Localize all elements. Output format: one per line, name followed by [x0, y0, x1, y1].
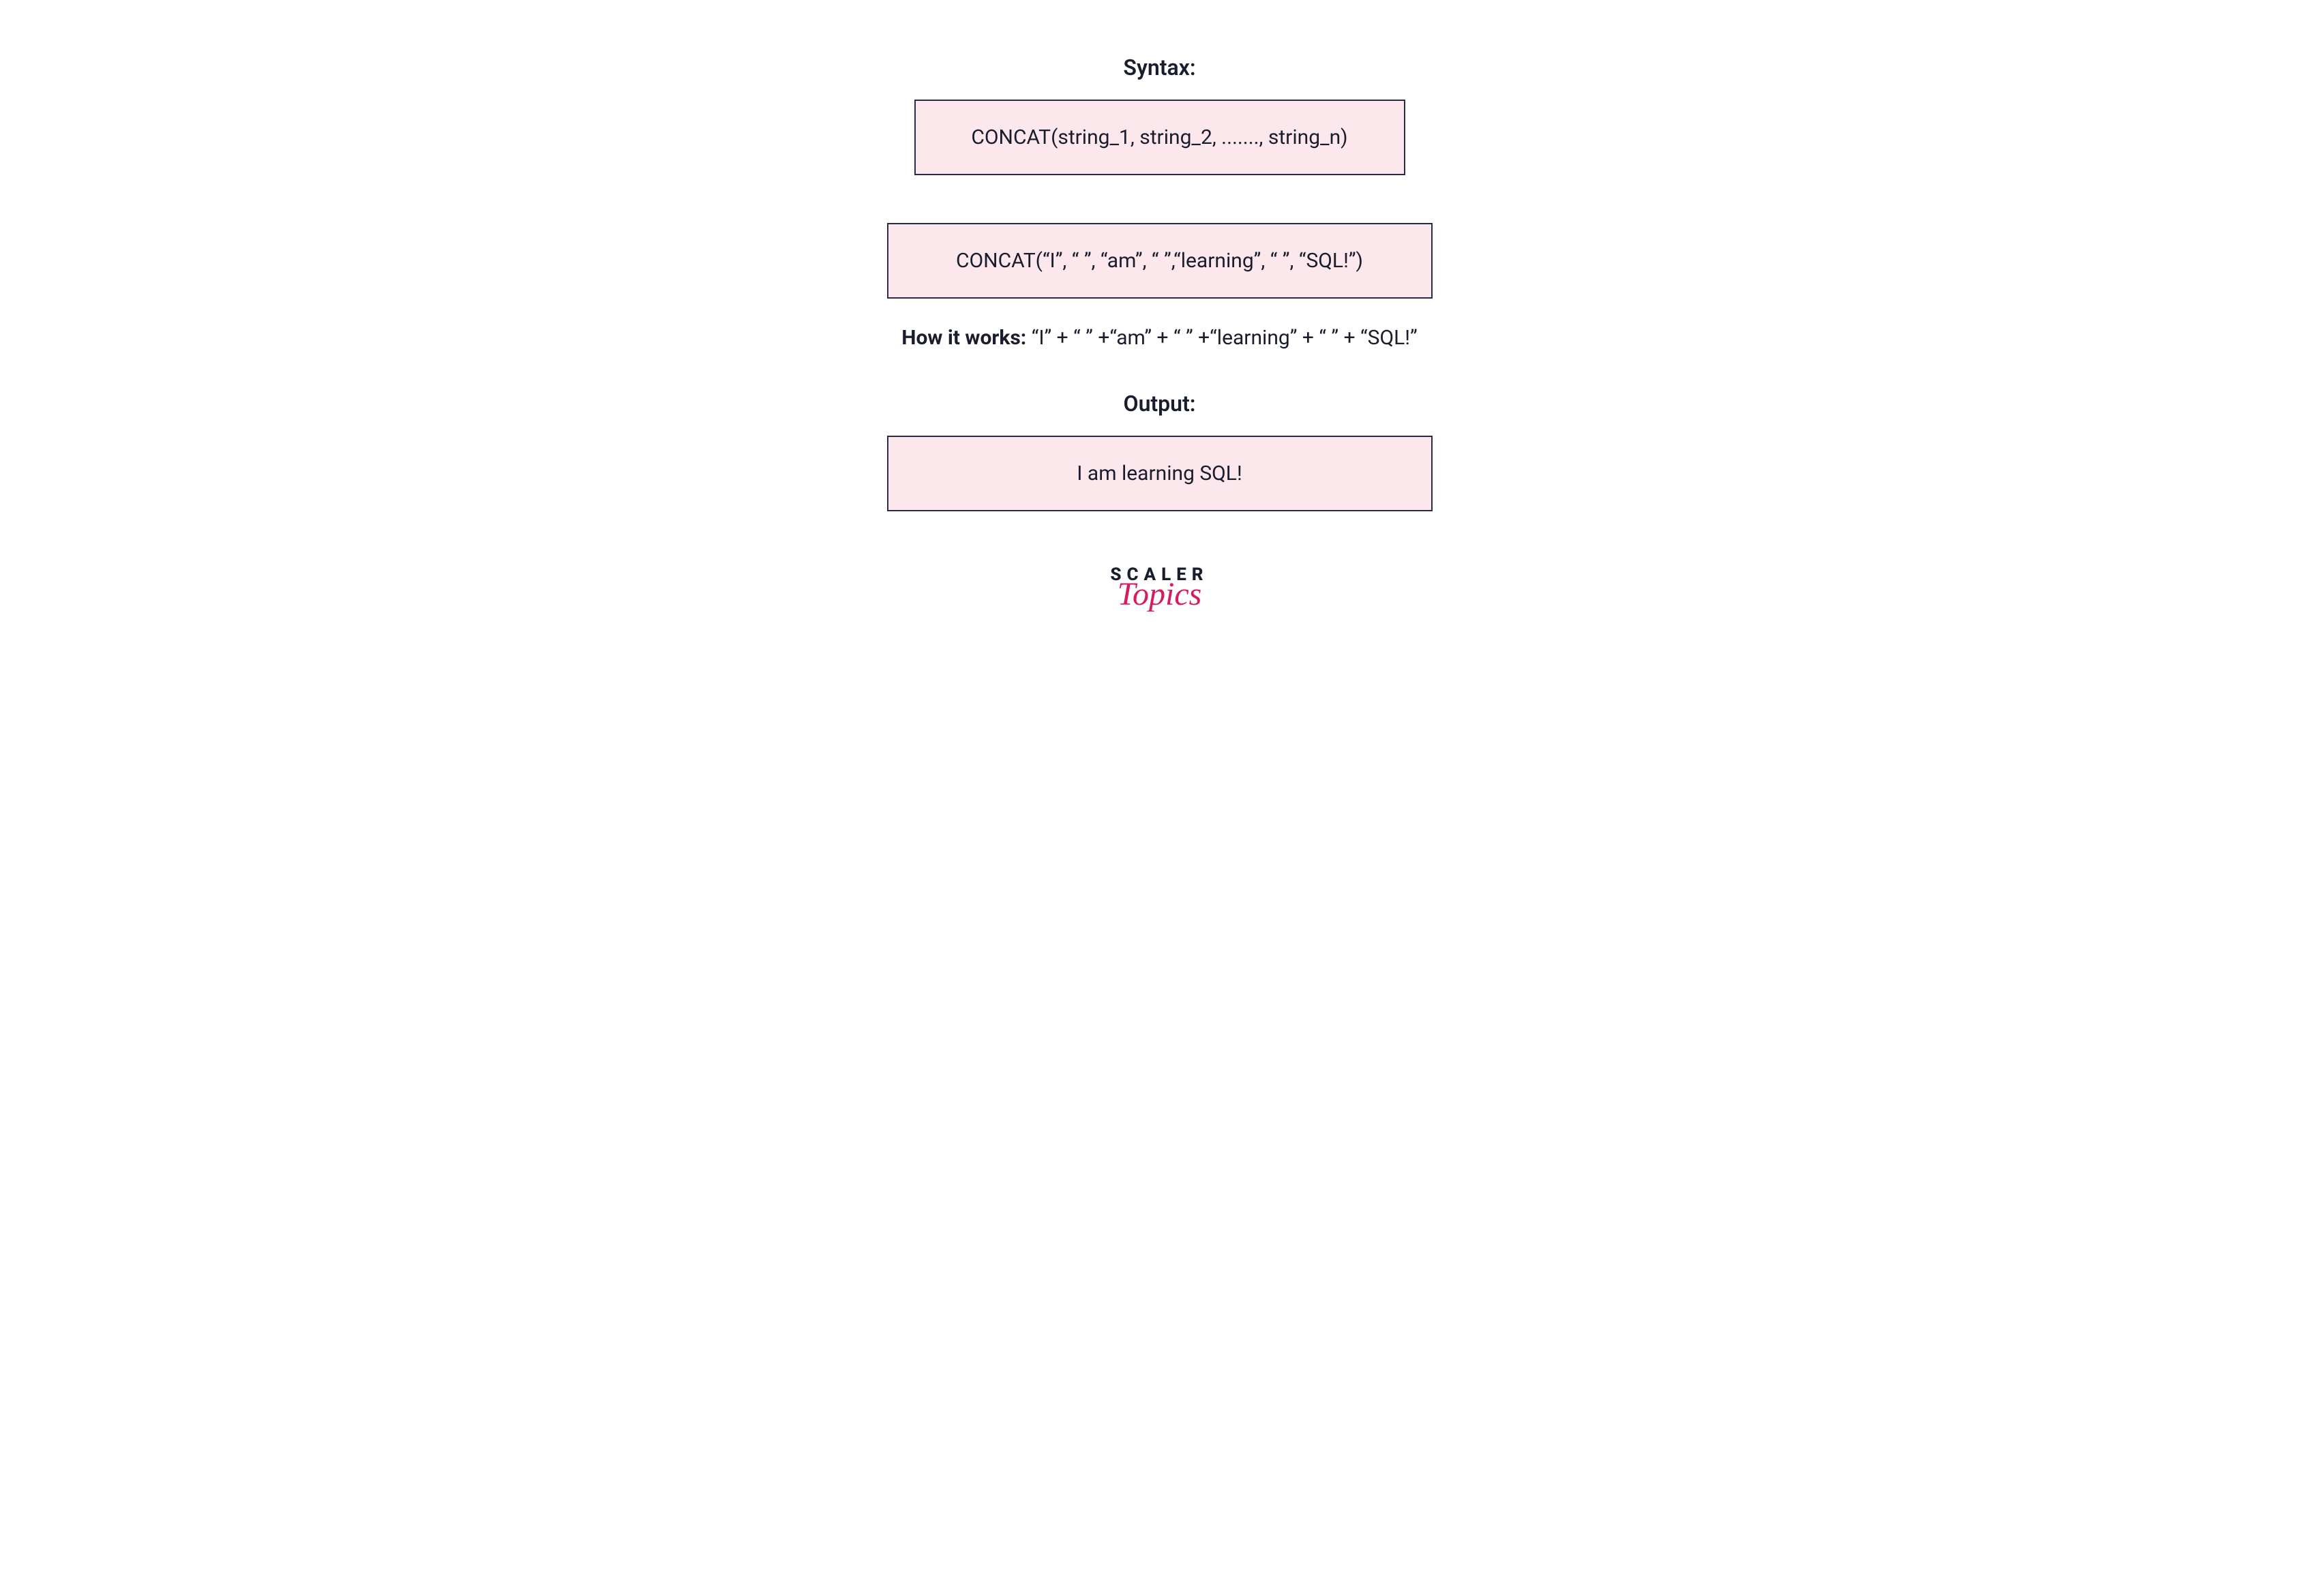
- how-it-works-content: “I” + “ ” +“am” + “ ” +“learning” + “ ” …: [1032, 326, 1418, 350]
- scaler-topics-logo: SCALER Topics: [1110, 566, 1208, 611]
- how-it-works-label: How it works:: [901, 326, 1031, 350]
- example-box: CONCAT(“I”, “ ”, “am”, “ ”,“learning”, “…: [887, 223, 1433, 299]
- how-it-works-line: How it works: “I” + “ ” +“am” + “ ” +“le…: [901, 326, 1417, 350]
- syntax-box: CONCAT(string_1, string_2, ......., stri…: [914, 100, 1405, 175]
- logo-topics-text: Topics: [1118, 578, 1202, 611]
- output-box: I am learning SQL!: [887, 436, 1433, 511]
- syntax-heading: Syntax:: [1123, 55, 1195, 80]
- output-heading: Output:: [1124, 391, 1196, 417]
